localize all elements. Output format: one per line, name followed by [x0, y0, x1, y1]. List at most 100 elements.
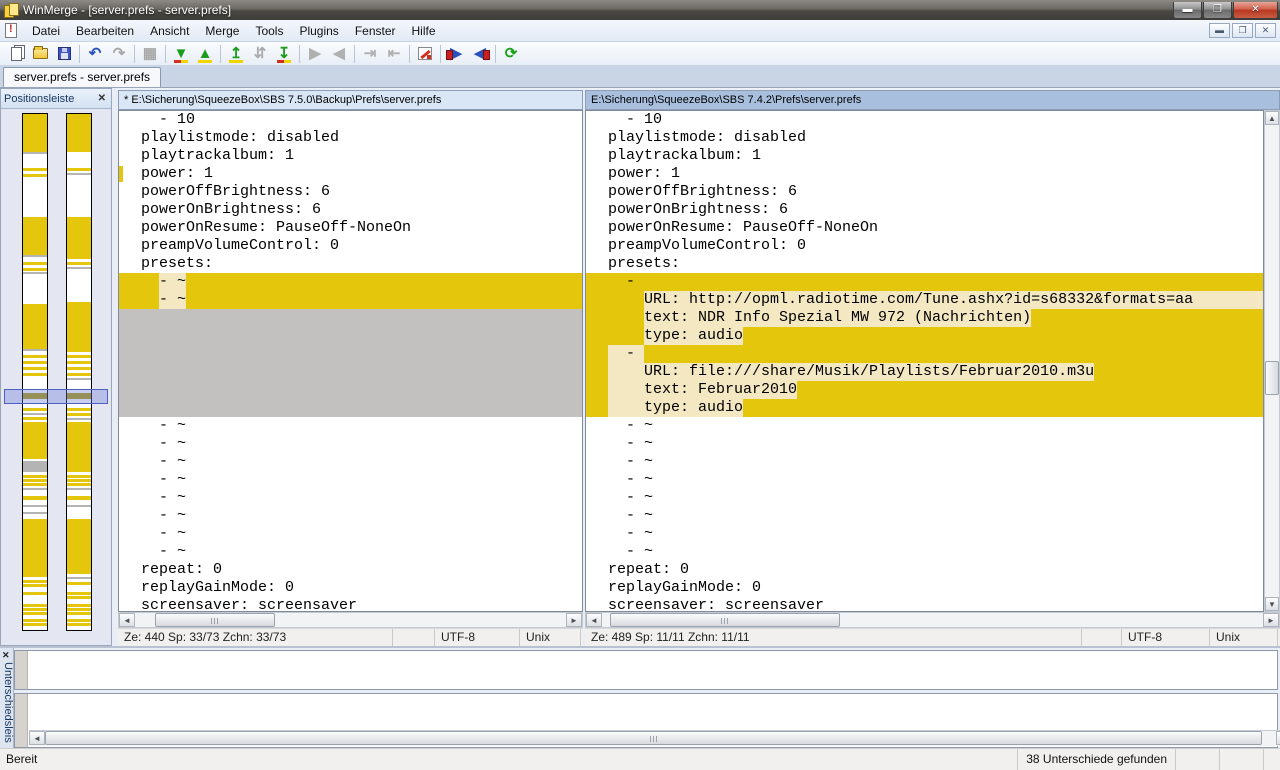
menu-item-tools[interactable]: Tools — [247, 21, 291, 41]
file-path-header-right[interactable]: E:\Sicherung\SqueezeBox\SBS 7.4.2\Prefs\… — [585, 90, 1280, 110]
code-line[interactable]: replayGainMode: 0 — [119, 579, 582, 597]
copy-right-button[interactable]: ▶ — [303, 43, 327, 65]
code-line[interactable]: repeat: 0 — [119, 561, 582, 579]
code-line[interactable]: screensaver: screensaver — [586, 597, 1263, 612]
code-line[interactable]: - ~ — [586, 507, 1263, 525]
code-line[interactable]: preampVolumeControl: 0 — [119, 237, 582, 255]
code-line[interactable]: - ~ — [586, 435, 1263, 453]
last-difference-button[interactable]: ↧ — [272, 43, 296, 65]
code-line[interactable]: - ~ — [119, 273, 582, 291]
mdi-restore-button[interactable]: ❐ — [1232, 23, 1253, 38]
location-pane-close-icon[interactable]: ✕ — [96, 93, 108, 104]
copy-left-button[interactable]: ◀ — [327, 43, 351, 65]
menu-item-hilfe[interactable]: Hilfe — [404, 21, 444, 41]
file-path-header-left[interactable]: * E:\Sicherung\SqueezeBox\SBS 7.5.0\Back… — [118, 90, 583, 110]
new-button[interactable] — [4, 43, 28, 65]
current-difference-button[interactable]: ⇵ — [248, 43, 272, 65]
menu-item-datei[interactable]: Datei — [24, 21, 68, 41]
code-line[interactable]: playlistmode: disabled — [586, 129, 1263, 147]
code-line[interactable]: preampVolumeControl: 0 — [586, 237, 1263, 255]
scroll-right-arrow-icon[interactable]: ► — [1263, 613, 1279, 627]
code-line[interactable]: - ~ — [586, 543, 1263, 561]
copy-all-left-button[interactable]: ◀ — [468, 43, 492, 65]
code-line[interactable]: presets: — [586, 255, 1263, 273]
code-line[interactable]: - ~ — [119, 543, 582, 561]
code-line[interactable]: type: audio — [586, 399, 1263, 417]
editor-left[interactable]: - 10playlistmode: disabledplaytrackalbum… — [118, 110, 583, 612]
code-line[interactable]: - ~ — [119, 435, 582, 453]
scroll-right-arrow-icon[interactable]: ► — [566, 613, 582, 627]
undo-button[interactable]: ↶ — [83, 43, 107, 65]
options-button[interactable] — [413, 43, 437, 65]
copy-left-advance-button[interactable]: ⇤ — [382, 43, 406, 65]
code-line[interactable]: - ~ — [119, 525, 582, 543]
hscrollbar-right[interactable]: ◄ ► — [585, 612, 1280, 628]
code-line[interactable]: - 10 — [586, 111, 1263, 129]
code-line[interactable] — [119, 399, 582, 417]
code-line[interactable]: replayGainMode: 0 — [586, 579, 1263, 597]
code-line[interactable]: type: audio — [586, 327, 1263, 345]
menu-item-bearbeiten[interactable]: Bearbeiten — [68, 21, 142, 41]
scroll-up-arrow-icon[interactable]: ▲ — [1265, 111, 1279, 125]
previous-difference-button[interactable]: ▲ — [193, 43, 217, 65]
code-line[interactable] — [119, 381, 582, 399]
code-line[interactable] — [119, 309, 582, 327]
difference-hscrollbar[interactable]: ◄ ► — [29, 730, 1280, 746]
code-line[interactable]: - — [586, 273, 1263, 291]
code-line[interactable]: powerOnResume: PauseOff-NoneOn — [119, 219, 582, 237]
minimize-button[interactable]: ▬ — [1173, 2, 1202, 19]
code-line[interactable]: - ~ — [119, 291, 582, 309]
hscrollbar-left[interactable]: ◄ ► — [118, 612, 583, 628]
code-line[interactable]: - ~ — [586, 525, 1263, 543]
code-line[interactable]: playtrackalbum: 1 — [119, 147, 582, 165]
code-line[interactable]: - ~ — [586, 471, 1263, 489]
code-line[interactable]: text: Februar2010 — [586, 381, 1263, 399]
refresh-button[interactable]: ⟳ — [499, 43, 523, 65]
next-difference-button[interactable]: ▼ — [169, 43, 193, 65]
save-button[interactable] — [52, 43, 76, 65]
location-bar-left[interactable] — [22, 113, 48, 631]
restore-button[interactable]: ❐ — [1203, 2, 1232, 19]
hscroll-thumb-right[interactable] — [610, 613, 840, 627]
code-line[interactable]: repeat: 0 — [586, 561, 1263, 579]
code-line[interactable]: text: NDR Info Spezial MW 972 (Nachricht… — [586, 309, 1263, 327]
menu-item-fenster[interactable]: Fenster — [347, 21, 404, 41]
editor-right[interactable]: - 10playlistmode: disabledplaytrackalbum… — [585, 110, 1264, 612]
document-icon[interactable] — [5, 23, 17, 38]
code-line[interactable]: screensaver: screensaver — [119, 597, 582, 612]
scroll-left-arrow-icon[interactable]: ◄ — [586, 613, 602, 627]
hscroll-thumb-left[interactable] — [155, 613, 275, 627]
code-line[interactable]: powerOnBrightness: 6 — [586, 201, 1263, 219]
difference-pane-close-icon[interactable]: ✕ — [2, 650, 10, 661]
code-line[interactable]: - ~ — [119, 489, 582, 507]
code-line[interactable]: - 10 — [119, 111, 582, 129]
open-button[interactable] — [28, 43, 52, 65]
menu-item-plugins[interactable]: Plugins — [291, 21, 346, 41]
scroll-down-arrow-icon[interactable]: ▼ — [1265, 597, 1279, 611]
code-line[interactable]: powerOnBrightness: 6 — [119, 201, 582, 219]
mdi-close-button[interactable]: ✕ — [1255, 23, 1276, 38]
location-view-rectangle[interactable] — [4, 389, 108, 404]
scroll-left-arrow-icon[interactable]: ◄ — [29, 731, 45, 745]
code-line[interactable]: presets: — [119, 255, 582, 273]
code-line[interactable]: - ~ — [586, 489, 1263, 507]
code-line[interactable]: - ~ — [586, 417, 1263, 435]
first-difference-button[interactable]: ↥ — [224, 43, 248, 65]
tab-server-prefs[interactable]: server.prefs - server.prefs — [3, 67, 161, 87]
vscroll-thumb[interactable] — [1265, 361, 1279, 395]
menu-item-merge[interactable]: Merge — [197, 21, 247, 41]
code-line[interactable]: playtrackalbum: 1 — [586, 147, 1263, 165]
menu-item-ansicht[interactable]: Ansicht — [142, 21, 197, 41]
difference-hscroll-thumb[interactable] — [45, 731, 1262, 745]
code-line[interactable]: playlistmode: disabled — [119, 129, 582, 147]
code-line[interactable]: powerOffBrightness: 6 — [586, 183, 1263, 201]
redo-button[interactable]: ↷ — [107, 43, 131, 65]
close-button[interactable]: ✕ — [1233, 2, 1278, 19]
code-line[interactable]: powerOffBrightness: 6 — [119, 183, 582, 201]
code-line[interactable]: power: 1 — [586, 165, 1263, 183]
view-switch-button[interactable]: ▦ — [138, 43, 162, 65]
code-line[interactable]: - ~ — [119, 507, 582, 525]
code-line[interactable]: - ~ — [119, 417, 582, 435]
code-line[interactable] — [119, 327, 582, 345]
location-bar-right[interactable] — [66, 113, 92, 631]
